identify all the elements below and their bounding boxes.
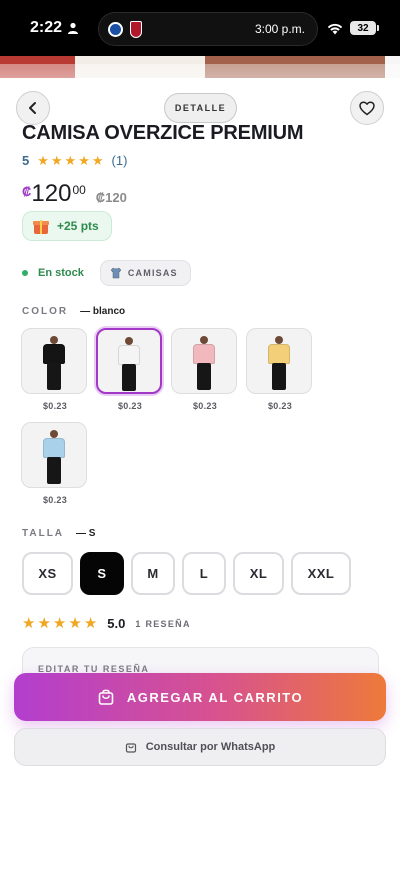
category-chip[interactable]: CAMISAS	[99, 260, 191, 286]
status-time: 2:22	[30, 19, 79, 37]
stock-status: En stock	[38, 267, 84, 279]
star-icon: ★	[91, 153, 104, 168]
status-indicators: 32	[326, 21, 379, 35]
dynamic-island: 3:00 p.m.	[98, 12, 318, 46]
color-swatch-2[interactable]: $0.23	[171, 328, 239, 411]
shirt-icon	[110, 267, 122, 279]
reviews-summary: ★ ★ ★ ★ ★ 5.0 1 RESEÑA	[22, 616, 191, 631]
team-crest-icon	[130, 21, 142, 38]
star-icon: ★	[37, 153, 49, 168]
detail-pill: DETALLE	[164, 93, 237, 123]
island-time: 3:00 p.m.	[254, 22, 305, 36]
add-to-cart-button[interactable]: AGREGAR AL CARRITO	[14, 673, 386, 721]
color-swatch-4[interactable]: $0.23	[21, 422, 89, 505]
person-icon	[68, 22, 79, 34]
star-icon: ★	[78, 153, 90, 168]
star-icon: ★	[83, 615, 98, 632]
currency-symbol: ₡	[22, 184, 32, 199]
swatch-price: $0.23	[192, 401, 218, 411]
selected-color: — blanco	[80, 306, 126, 317]
stock-dot-icon	[22, 270, 28, 276]
star-icon: ★	[22, 615, 36, 632]
swatch-image	[21, 328, 87, 394]
chevron-left-icon	[29, 102, 36, 114]
size-section-label: TALLA — S	[22, 528, 95, 539]
swatch-image	[246, 328, 312, 394]
category-label: CAMISAS	[127, 268, 178, 278]
rating-value: 5	[22, 153, 30, 168]
review-count-label: 1 RESEÑA	[135, 618, 191, 629]
price-row: ₡ 120 00 ₡120	[22, 180, 127, 208]
swatch-price: $0.23	[117, 401, 143, 411]
swatch-price: $0.23	[42, 495, 68, 505]
size-option-xs[interactable]: XS	[22, 552, 73, 595]
heart-icon	[359, 100, 375, 115]
color-section-label: COLOR — blanco	[22, 306, 125, 317]
swatch-price: $0.23	[42, 401, 68, 411]
review-score: 5.0	[107, 616, 126, 631]
size-options: XS S M L XL XXL	[22, 552, 351, 595]
price-integer: 120	[31, 180, 72, 207]
size-option-l[interactable]: L	[182, 552, 226, 595]
swatch-image	[21, 422, 87, 488]
color-swatch-1[interactable]: $0.23	[96, 328, 164, 411]
star-icon: ★	[64, 153, 77, 168]
star-icon: ★	[37, 615, 51, 632]
star-icon: ★	[50, 153, 63, 168]
status-bar: 2:22 3:00 p.m. 32	[0, 0, 400, 56]
color-swatch-3[interactable]: $0.23	[246, 328, 314, 411]
size-option-s[interactable]: S	[80, 552, 124, 595]
points-badge: +25 pts	[22, 211, 112, 241]
swatch-price: $0.23	[267, 401, 293, 411]
status-time-text: 2:22	[30, 19, 63, 36]
swatch-image	[171, 328, 237, 394]
favorite-button[interactable]	[350, 91, 384, 125]
star-icon: ★	[52, 615, 67, 632]
rating-row: 5 ★ ★ ★ ★ ★ (1)	[22, 153, 127, 168]
shopping-bag-icon	[98, 689, 114, 705]
size-option-m[interactable]: M	[131, 552, 175, 595]
size-option-xl[interactable]: XL	[233, 552, 284, 595]
gift-icon	[33, 218, 49, 234]
whatsapp-label: Consultar por WhatsApp	[145, 741, 276, 753]
points-text: +25 pts	[57, 219, 99, 233]
size-option-xxl[interactable]: XXL	[291, 552, 351, 595]
rating-stars: ★ ★ ★ ★ ★	[37, 154, 103, 167]
color-swatch-0[interactable]: $0.23	[21, 328, 89, 411]
product-title: CAMISA OVERZICE PREMIUM	[22, 122, 304, 144]
review-stars: ★ ★ ★ ★ ★	[22, 616, 97, 631]
add-to-cart-label: AGREGAR AL CARRITO	[126, 689, 304, 705]
price-decimals: 00	[72, 183, 86, 197]
size-label: TALLA	[22, 528, 65, 539]
team-badge-icon	[108, 22, 123, 37]
color-label: COLOR	[22, 306, 69, 317]
battery-icon: 32	[350, 21, 379, 35]
wifi-icon	[327, 23, 343, 34]
swatch-image	[96, 328, 162, 394]
old-price: ₡120	[95, 190, 127, 205]
stock-row: En stock CAMISAS	[22, 260, 191, 286]
back-button[interactable]	[16, 91, 50, 125]
whatsapp-button[interactable]: Consultar por WhatsApp	[14, 728, 386, 766]
star-icon: ★	[68, 615, 82, 632]
shopping-bag-icon	[125, 743, 136, 753]
selected-size: — S	[76, 528, 96, 539]
review-count-link[interactable]: (1)	[112, 153, 128, 168]
